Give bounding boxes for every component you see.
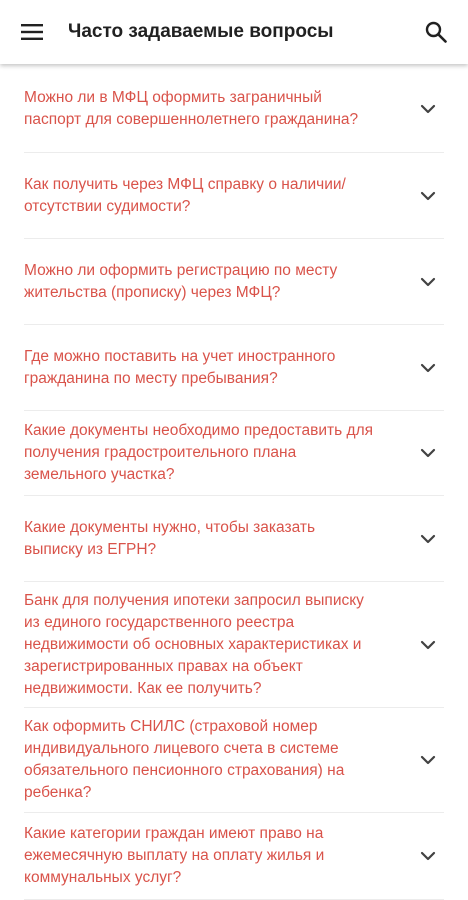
faq-question: Можно ли в МФЦ оформить заграничный пасп… — [24, 89, 359, 128]
faq-question: Можно ли оформить регистрацию по месту ж… — [24, 261, 338, 301]
faq-item[interactable]: Какие категории граждан имеют право на е… — [24, 813, 444, 900]
faq-item[interactable]: Где можно поставить на учет иностранного… — [24, 325, 444, 411]
faq-item[interactable]: Как оформить СНИЛС (страховой номер инди… — [24, 708, 444, 813]
search-button[interactable] — [416, 12, 456, 52]
faq-question: Какие документы необходимо предоставить … — [24, 422, 374, 483]
chevron-down-icon[interactable] — [418, 358, 438, 378]
faq-question: Какие категории граждан имеют право на е… — [24, 825, 325, 886]
faq-screen: Часто задаваемые вопросы Можно ли в МФЦ … — [0, 0, 468, 900]
chevron-down-icon[interactable] — [418, 529, 438, 549]
faq-item[interactable]: Как получить через МФЦ справку о наличии… — [24, 153, 444, 239]
chevron-down-icon[interactable] — [418, 272, 438, 292]
faq-item[interactable]: Какие документы нужно, чтобы заказать вы… — [24, 496, 444, 582]
chevron-down-icon[interactable] — [418, 846, 438, 866]
faq-question: Где можно поставить на учет иностранного… — [24, 347, 336, 387]
page-title: Часто задаваемые вопросы — [68, 21, 334, 42]
faq-question: Как оформить СНИЛС (страховой номер инди… — [24, 718, 345, 801]
faq-question: Банк для получения ипотеки запросил выпи… — [24, 591, 364, 697]
chevron-down-icon[interactable] — [418, 443, 438, 463]
chevron-down-icon[interactable] — [418, 750, 438, 770]
chevron-down-icon[interactable] — [418, 186, 438, 206]
chevron-down-icon[interactable] — [418, 99, 438, 119]
hamburger-menu-icon — [21, 24, 43, 40]
search-icon — [425, 21, 447, 43]
faq-item[interactable]: Какие документы необходимо предоставить … — [24, 411, 444, 496]
faq-question: Какие документы нужно, чтобы заказать вы… — [24, 518, 316, 558]
faq-item[interactable]: Банк для получения ипотеки запросил выпи… — [24, 582, 444, 708]
menu-button[interactable] — [12, 12, 52, 52]
faq-list: Можно ли в МФЦ оформить заграничный пасп… — [0, 66, 468, 900]
faq-item[interactable]: Можно ли в МФЦ оформить заграничный пасп… — [24, 66, 444, 153]
faq-item[interactable]: Можно ли оформить регистрацию по месту ж… — [24, 239, 444, 325]
faq-question: Как получить через МФЦ справку о наличии… — [24, 175, 346, 215]
chevron-down-icon[interactable] — [418, 635, 438, 655]
app-toolbar: Часто задаваемые вопросы — [0, 0, 468, 64]
